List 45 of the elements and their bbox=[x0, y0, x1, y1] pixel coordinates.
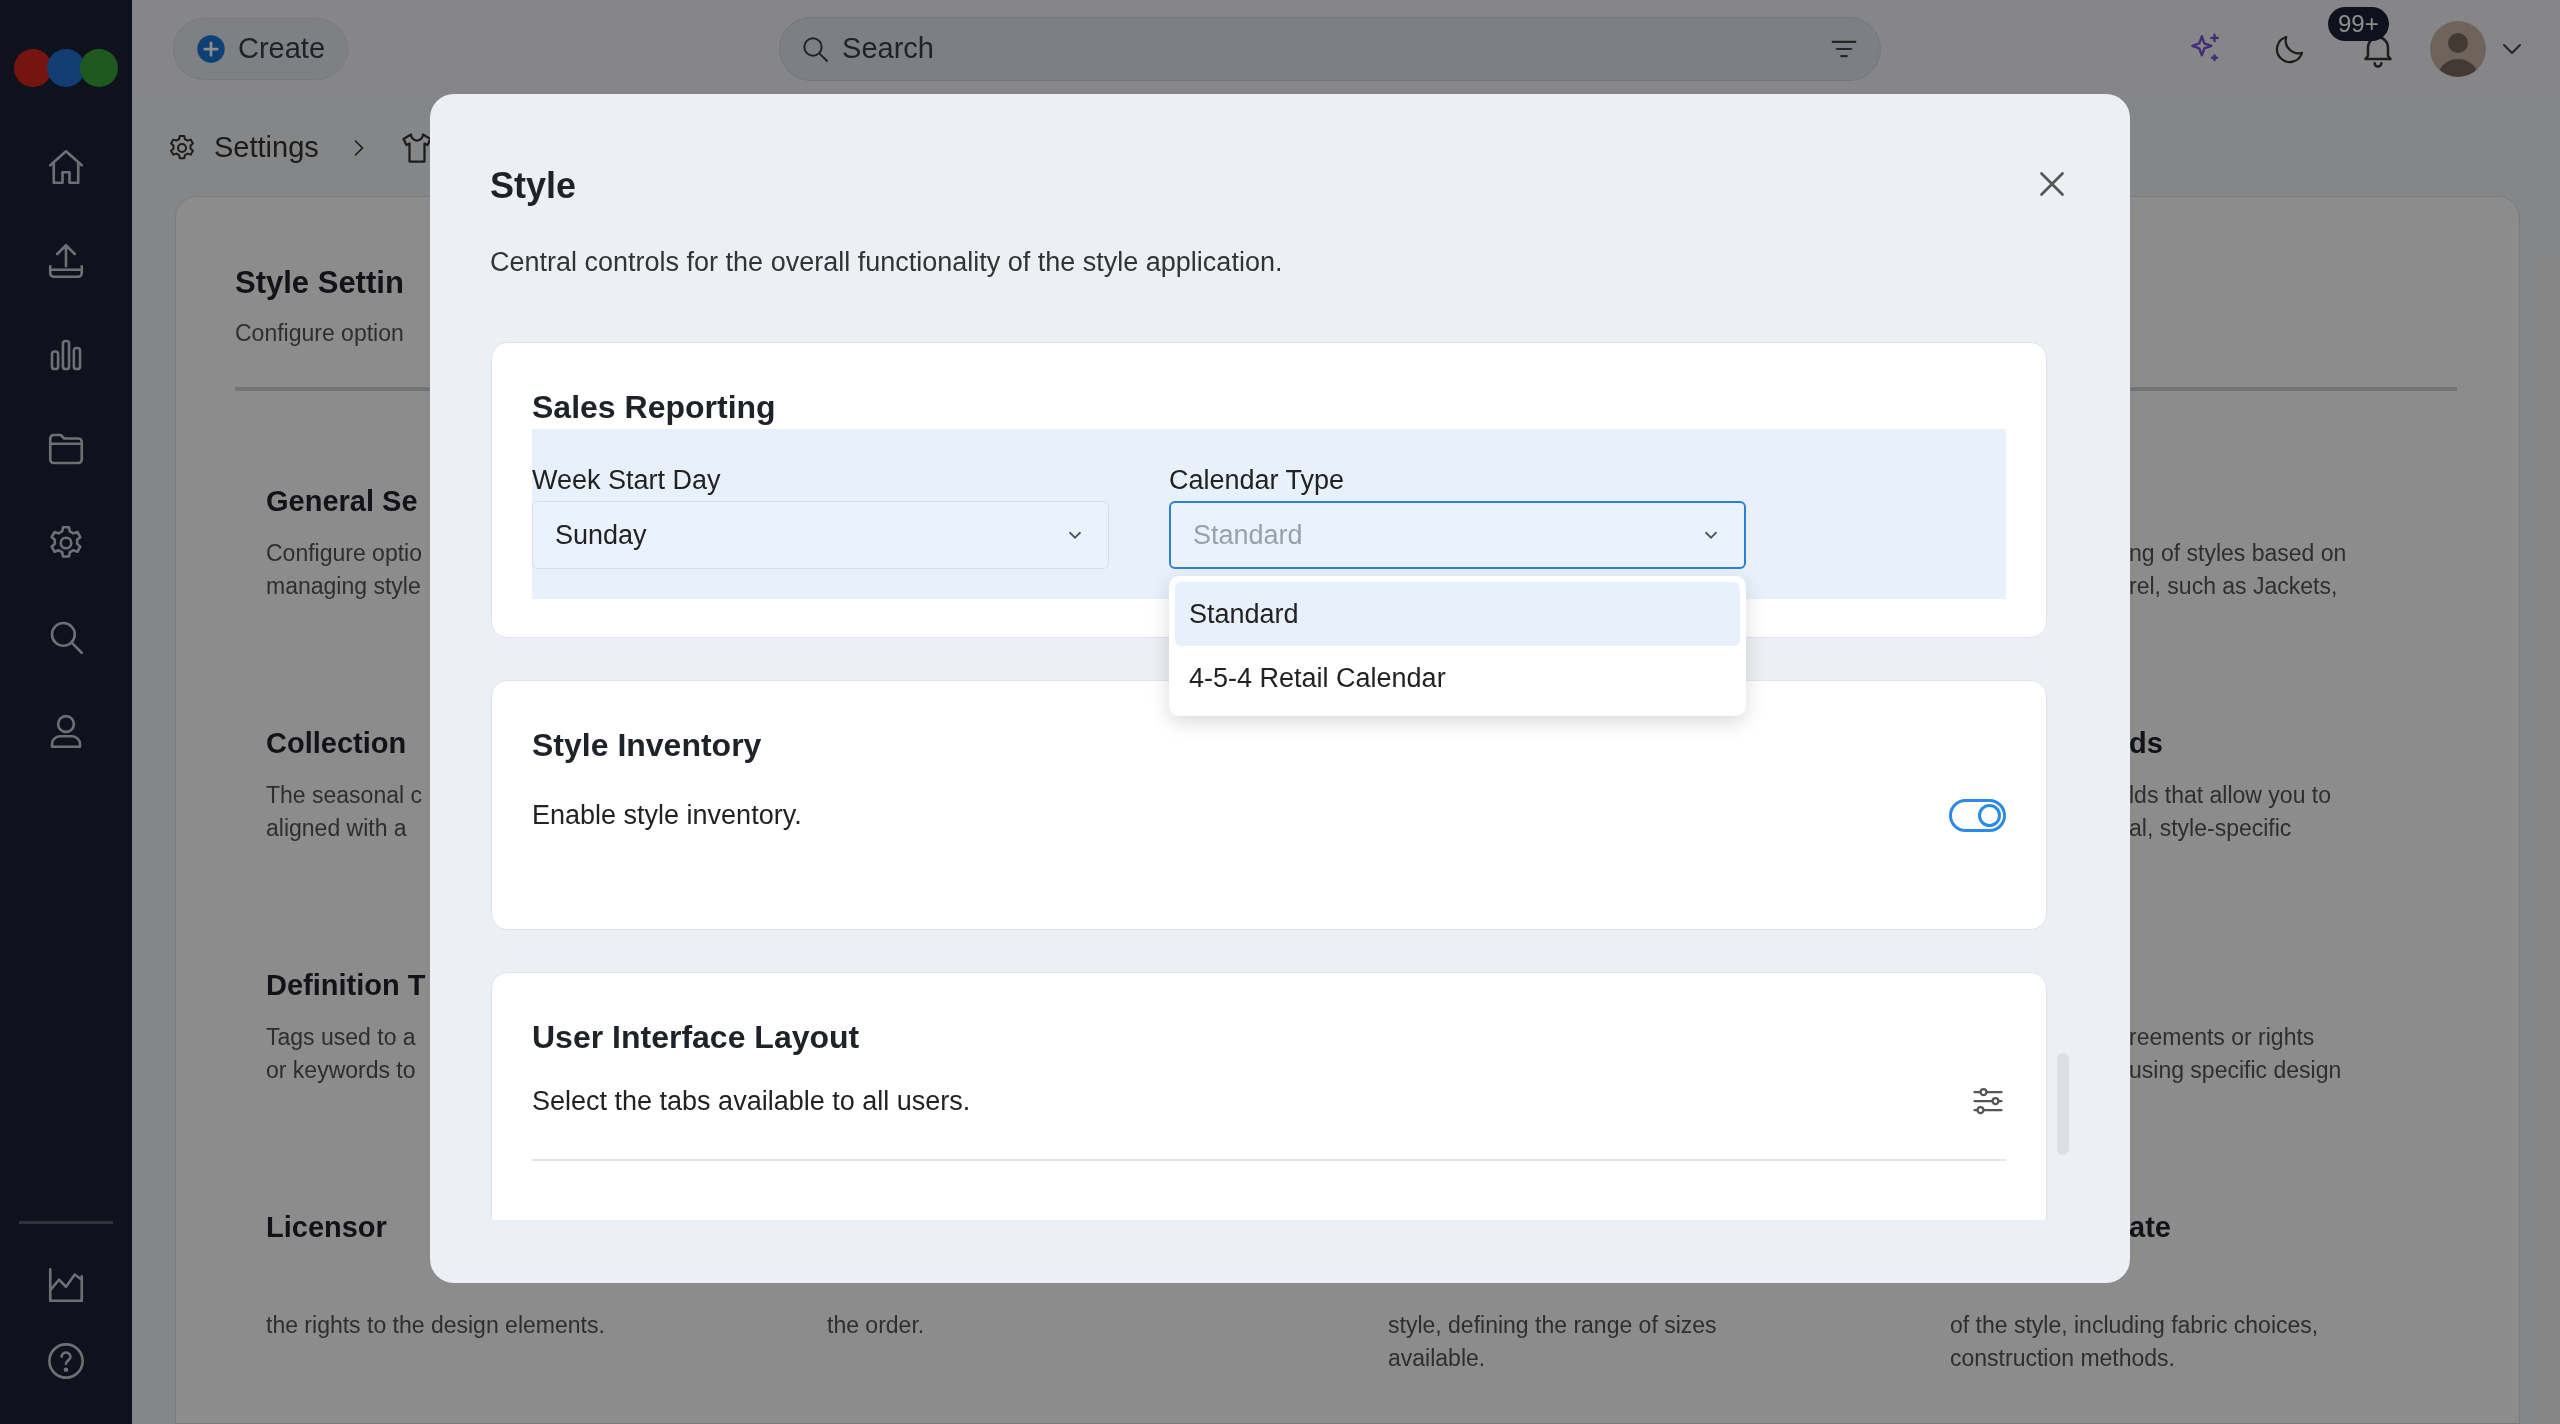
section-heading: Licensor bbox=[266, 1210, 387, 1245]
section-heading: ate bbox=[2129, 1210, 2171, 1245]
section-description: lds that allow you to bbox=[2129, 781, 2331, 810]
section-description: al, style-specific bbox=[2129, 814, 2292, 843]
page-title: Style Settin bbox=[235, 264, 404, 302]
dropdown-option[interactable]: Standard bbox=[1175, 582, 1740, 646]
section-description: available. bbox=[1388, 1344, 1486, 1373]
section-description: Configure optio bbox=[266, 539, 422, 568]
setting-label: Select the tabs available to all users. bbox=[532, 1085, 971, 1118]
section-heading: General Se bbox=[266, 484, 418, 519]
search-field[interactable]: Search bbox=[779, 16, 1882, 81]
section-title: Style Inventory bbox=[532, 726, 763, 765]
section-heading: Definition T bbox=[266, 968, 426, 1003]
breadcrumb-link[interactable]: Settings bbox=[214, 126, 319, 170]
section-description: construction methods. bbox=[1950, 1344, 2175, 1373]
page-subtitle: Configure option bbox=[235, 319, 404, 348]
section-description: style, defining the range of sizes bbox=[1388, 1311, 1717, 1340]
section-description: of the style, including fabric choices, bbox=[1950, 1311, 2319, 1340]
section-description: reements or rights bbox=[2129, 1023, 2315, 1052]
dialog-title: Style bbox=[490, 164, 577, 208]
logo-icon bbox=[13, 48, 119, 88]
section-heading: Collection bbox=[266, 726, 407, 761]
section-description: using specific design bbox=[2129, 1056, 2342, 1085]
create-button[interactable]: Create bbox=[173, 17, 349, 80]
select-field[interactable]: Sunday bbox=[532, 501, 1109, 569]
section-description: ng of styles based on bbox=[2129, 539, 2347, 568]
section-title: Sales Reporting bbox=[532, 388, 777, 427]
section-description: managing style bbox=[266, 572, 421, 601]
field-label: Week Start Day bbox=[532, 464, 722, 497]
section-title: User Interface Layout bbox=[532, 1018, 861, 1057]
section-description: The seasonal c bbox=[266, 781, 422, 810]
section-description: rel, such as Jackets, bbox=[2129, 572, 2338, 601]
section-description: the order. bbox=[827, 1311, 925, 1340]
notification-badge: 99+ bbox=[2328, 6, 2389, 41]
section-heading: ds bbox=[2129, 726, 2163, 761]
field-label: Calendar Type bbox=[1169, 464, 1346, 497]
help-icon[interactable] bbox=[45, 1340, 87, 1382]
setting-label: Enable style inventory. bbox=[532, 799, 802, 832]
section-description: aligned with a bbox=[266, 814, 407, 843]
section-description: or keywords to bbox=[266, 1056, 416, 1085]
dialog-description: Central controls for the overall functionality of the style application. bbox=[490, 246, 1283, 279]
toggle-switch[interactable] bbox=[1949, 798, 2006, 832]
section-description: the rights to the design elements. bbox=[266, 1311, 605, 1340]
section-description: Tags used to a bbox=[266, 1023, 416, 1052]
plus-icon bbox=[196, 33, 226, 64]
